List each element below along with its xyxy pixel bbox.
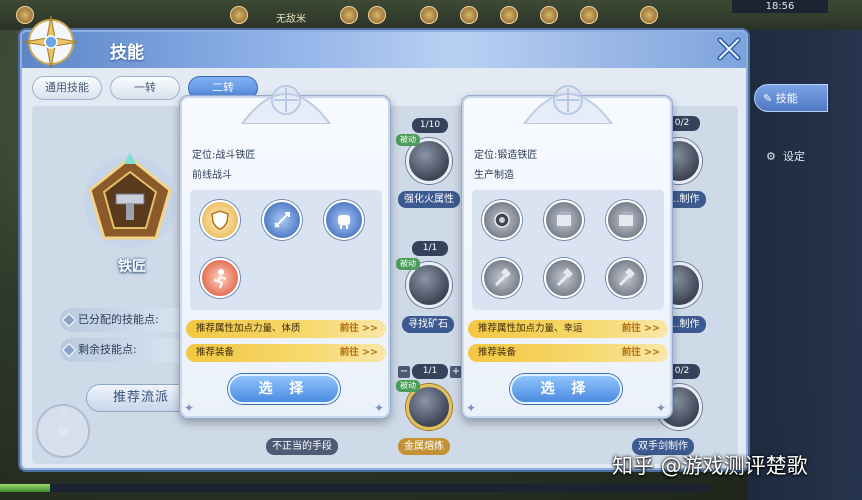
passive-tag: 被动 [396,380,420,392]
player-name: 无敌米 [276,14,306,25]
card-role: 定位:锻造铁匠 [474,150,538,161]
hammer-icon[interactable] [544,258,584,298]
ore-icon[interactable] [482,200,522,240]
skill-level: 1/1 [412,241,448,256]
goto-link[interactable]: 前往 >> [340,320,378,338]
sparkle-icon: ✦ [374,401,385,415]
bar-icon[interactable] [544,200,584,240]
joystick-a: A [43,427,48,435]
window-title: 技能 [110,43,144,63]
build-card-battle: 定位:战斗铁匠 前线战斗 推荐属性加点力量、体质 前往 >> 推荐装备 前往 >… [180,85,390,418]
clock: 18:56 [732,0,828,13]
top-hud: 无敌米 18:56 [0,0,862,30]
sword-slash-icon[interactable] [262,200,302,240]
passive-tag: 被动 [396,258,420,270]
recommended-equipment: 推荐装备 前往 >> [186,344,386,362]
crest-icon [522,85,614,124]
avatar[interactable] [230,6,248,24]
skill-icon-grid [472,190,664,310]
exp-fill [0,484,50,492]
increase-button[interactable]: + [450,366,462,378]
buff-icon [368,6,386,24]
title-bar: 技能 [22,15,746,69]
skill-label: 不正当的手段 [266,438,338,455]
recommended-attributes-label: 推荐属性加点力量、幸运 [478,323,583,334]
recommended-equipment-label: 推荐装备 [196,347,235,358]
decrease-button[interactable]: − [398,366,410,378]
hammer-icon[interactable] [482,258,522,298]
skills-icon: ✎ [763,92,773,105]
joystick-w: W [60,409,67,417]
remaining-points: 剩余技能点: [60,338,190,362]
hammer-icon[interactable] [606,258,646,298]
runner-icon[interactable] [200,258,240,298]
sparkle-icon: ✦ [656,401,667,415]
recommended-equipment: 推荐装备 前往 >> [468,344,668,362]
quest-icon[interactable] [580,6,598,24]
joystick[interactable]: W A D S [36,404,90,458]
recommended-equipment-label: 推荐装备 [478,347,517,358]
buff-icon [340,6,358,24]
recommended-attributes: 推荐属性加点力量、体质 前往 >> [186,320,386,338]
event-icon[interactable] [420,6,438,24]
side-skills-label: 技能 [775,92,798,105]
shield-icon[interactable] [200,200,240,240]
recommended-attributes: 推荐属性加点力量、幸运 前往 >> [468,320,668,338]
settings-label: 设定 [783,150,805,163]
compass-emblem-icon [23,15,79,69]
gear-icon: ⚙ [766,150,776,163]
skill-label: 金属熔炼 [398,438,450,455]
mail-icon[interactable] [540,6,558,24]
goto-link[interactable]: 前往 >> [622,320,660,338]
joystick-s: S [61,444,66,452]
close-icon[interactable] [716,36,742,62]
select-button[interactable]: 选 择 [228,374,340,404]
card-subtitle: 生产制造 [474,170,514,181]
card-role: 定位:战斗铁匠 [192,150,256,161]
build-card-forging: 定位:锻造铁匠 生产制造 推荐属性加点力量、幸运 前往 >> 推荐装备 前往 >… [462,85,672,418]
crest-icon [240,85,332,124]
card-subtitle: 前线战斗 [192,170,232,181]
remaining-points-label: 剩余技能点: [78,343,137,356]
goto-link[interactable]: 前往 >> [622,344,660,362]
watermark: 知乎 @游戏测评楚歌 [612,454,808,478]
sparkle-icon: ✦ [184,401,195,415]
sparkle-icon: ✦ [466,401,477,415]
shop-icon[interactable] [500,6,518,24]
bag-icon[interactable] [640,6,658,24]
joystick-d: D [78,427,84,435]
allocated-points-label: 已分配的技能点: [78,313,159,326]
skill-label: 强化火属性 [398,191,460,208]
skill-level: 1/10 [412,118,448,133]
recommended-attributes-label: 推荐属性加点力量、体质 [196,323,301,334]
exp-bar [0,484,710,492]
passive-tag: 被动 [396,134,420,146]
diamond-icon [61,312,77,328]
tab-first-job[interactable]: 一转 [110,76,180,100]
settings-button[interactable]: ⚙ 设定 [766,148,805,164]
gift-icon[interactable] [460,6,478,24]
skill-label: 寻找矿石 [402,316,454,333]
goto-link[interactable]: 前往 >> [340,344,378,362]
allocated-points: 已分配的技能点: [60,308,190,332]
skill-level: 1/1 [412,364,448,379]
fist-icon[interactable] [324,200,364,240]
skill-icon-grid [190,190,382,310]
bar-icon[interactable] [606,200,646,240]
side-skills-tab[interactable]: ✎ 技能 [754,84,828,112]
tab-general-skills[interactable]: 通用技能 [32,76,102,100]
blacksmith-class-icon [84,152,176,248]
select-button[interactable]: 选 择 [510,374,622,404]
diamond-icon [61,342,77,358]
joystick-knob[interactable] [58,426,68,436]
class-name: 铁匠 [118,259,146,275]
